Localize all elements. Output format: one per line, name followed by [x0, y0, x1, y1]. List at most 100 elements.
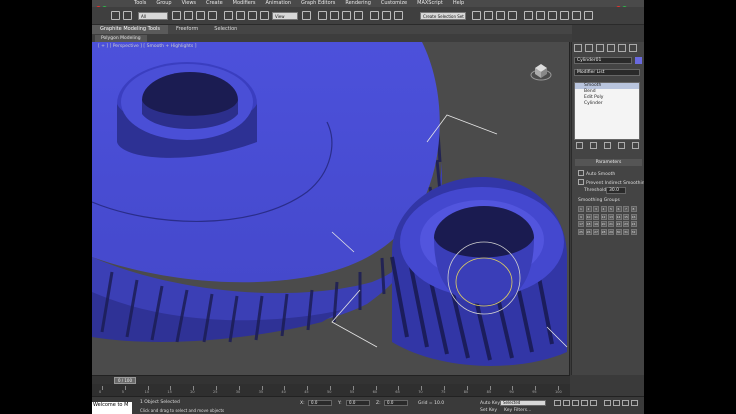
- show-end-result-icon[interactable]: [590, 142, 597, 149]
- menu-modifiers[interactable]: Modifiers: [233, 0, 256, 7]
- selected-dropdown[interactable]: Selected: [500, 400, 546, 406]
- angle-snap-icon[interactable]: [330, 11, 339, 20]
- smoothing-group-button[interactable]: 8: [630, 206, 637, 212]
- pan-icon[interactable]: [613, 400, 620, 406]
- redo-icon[interactable]: [123, 11, 132, 20]
- curve-editor-icon[interactable]: [496, 11, 505, 20]
- orbit-icon[interactable]: [622, 400, 629, 406]
- smoothing-group-button[interactable]: 14: [615, 213, 622, 220]
- smoothing-group-button[interactable]: 17: [578, 221, 584, 227]
- smoothing-group-button[interactable]: 27: [593, 228, 599, 235]
- edit-named-selection-icon[interactable]: [370, 11, 379, 20]
- smoothing-group-button[interactable]: 18: [585, 221, 592, 227]
- play-icon[interactable]: [572, 400, 579, 406]
- smoothing-group-button[interactable]: 10: [585, 213, 592, 220]
- object-color-swatch[interactable]: [635, 57, 642, 64]
- prevent-indirect-checkbox[interactable]: Prevent Indirect Smoothing: [578, 179, 644, 187]
- object-name-field[interactable]: Cylinder01: [574, 57, 632, 64]
- utilities-tab-icon[interactable]: [629, 44, 637, 52]
- tab-selection[interactable]: Selection: [206, 25, 245, 34]
- maxscript-listener[interactable]: Welcome to M: [92, 402, 132, 414]
- menu-animation[interactable]: Animation: [266, 0, 292, 7]
- smoothing-group-button[interactable]: 3: [593, 206, 599, 212]
- create-tab-icon[interactable]: [574, 44, 582, 52]
- tab-graphite-modeling-tools[interactable]: Graphite Modeling Tools: [92, 25, 169, 34]
- y-coordinate-field[interactable]: 0.0: [346, 400, 370, 406]
- configure-sets-icon[interactable]: [632, 142, 639, 149]
- render-iterative-icon[interactable]: [572, 11, 581, 20]
- polygon-modeling-button[interactable]: Polygon Modeling: [95, 34, 147, 42]
- pin-stack-icon[interactable]: [576, 142, 583, 149]
- select-by-name-icon[interactable]: [184, 11, 193, 20]
- select-scale-icon[interactable]: [248, 11, 257, 20]
- threshold-spinner[interactable]: 30.0: [606, 187, 626, 194]
- spinner-snap-icon[interactable]: [354, 11, 363, 20]
- maximize-viewport-icon[interactable]: [631, 400, 638, 406]
- menu-maxscript[interactable]: MAXScript: [417, 0, 443, 7]
- select-object-icon[interactable]: [172, 11, 181, 20]
- perspective-viewport[interactable]: [ + ] [ Perspective ] [ Smooth + Highlig…: [92, 42, 570, 375]
- smoothing-group-button[interactable]: 23: [623, 221, 629, 227]
- motion-tab-icon[interactable]: [607, 44, 615, 52]
- menu-tools[interactable]: Tools: [134, 0, 146, 7]
- stack-item-cylinder[interactable]: Cylinder: [575, 101, 639, 107]
- smoothing-group-button[interactable]: 20: [600, 221, 607, 227]
- smoothing-group-button[interactable]: 1: [578, 206, 584, 212]
- select-rotate-icon[interactable]: [236, 11, 245, 20]
- menu-graph-editors[interactable]: Graph Editors: [301, 0, 335, 7]
- go-to-start-icon[interactable]: [554, 400, 561, 406]
- material-editor-icon[interactable]: [524, 11, 533, 20]
- layer-manager-icon[interactable]: [472, 11, 481, 20]
- tab-freeform[interactable]: Freeform: [168, 25, 206, 34]
- align-icon[interactable]: [394, 11, 403, 20]
- x-coordinate-field[interactable]: 0.0: [308, 400, 332, 406]
- rendered-frame-icon[interactable]: [548, 11, 557, 20]
- parameters-rollout[interactable]: Parameters: [575, 159, 642, 166]
- smoothing-group-button[interactable]: 30: [615, 228, 622, 235]
- zoom-icon[interactable]: [604, 400, 611, 406]
- smoothing-group-button[interactable]: 32: [630, 228, 637, 235]
- smoothing-group-button[interactable]: 24: [630, 221, 637, 227]
- next-frame-icon[interactable]: [581, 400, 588, 406]
- auto-smooth-checkbox[interactable]: Auto Smooth: [578, 170, 615, 178]
- smoothing-group-button[interactable]: 12: [600, 213, 607, 220]
- smoothing-group-button[interactable]: 31: [623, 228, 629, 235]
- viewport-label[interactable]: [ + ] [ Perspective ] [ Smooth + Highlig…: [98, 44, 196, 49]
- menu-group[interactable]: Group: [156, 0, 171, 7]
- smoothing-group-button[interactable]: 21: [608, 221, 614, 227]
- modify-tab-icon[interactable]: [585, 44, 593, 52]
- smoothing-group-button[interactable]: 11: [593, 213, 599, 220]
- modifier-stack[interactable]: Smooth Bend Edit Poly Cylinder: [574, 82, 640, 140]
- snaps-toggle-icon[interactable]: [318, 11, 327, 20]
- selection-filter-dropdown[interactable]: All: [138, 12, 168, 20]
- previous-frame-icon[interactable]: [563, 400, 570, 406]
- menu-help[interactable]: Help: [453, 0, 464, 7]
- smoothing-group-button[interactable]: 7: [623, 206, 629, 212]
- smoothing-group-button[interactable]: 22: [615, 221, 622, 227]
- smoothing-group-button[interactable]: 16: [630, 213, 637, 220]
- select-move-icon[interactable]: [224, 11, 233, 20]
- go-to-end-icon[interactable]: [590, 400, 597, 406]
- hierarchy-tab-icon[interactable]: [596, 44, 604, 52]
- pivot-center-icon[interactable]: [302, 11, 311, 20]
- make-unique-icon[interactable]: [604, 142, 611, 149]
- smoothing-group-button[interactable]: 19: [593, 221, 599, 227]
- smoothing-group-button[interactable]: 2: [585, 206, 592, 212]
- named-selection-dropdown[interactable]: Create Selection Set: [420, 12, 466, 20]
- smoothing-group-button[interactable]: 6: [615, 206, 622, 212]
- select-manipulate-icon[interactable]: [260, 11, 269, 20]
- smoothing-group-button[interactable]: 4: [600, 206, 607, 212]
- time-slider-knob[interactable]: 0 / 100: [114, 377, 136, 384]
- window-crossing-icon[interactable]: [208, 11, 217, 20]
- key-filters-button[interactable]: Key Filters...: [504, 408, 531, 413]
- render-active-icon[interactable]: [584, 11, 593, 20]
- menu-rendering[interactable]: Rendering: [345, 0, 371, 7]
- viewcube-icon[interactable]: [530, 60, 552, 82]
- smoothing-group-button[interactable]: 29: [608, 228, 614, 235]
- smoothing-group-button[interactable]: 15: [623, 213, 629, 220]
- track-bar[interactable]: 0 5 10 15 20 25 30 35 40 45 50 55 60 65 70 75 80 85 90 95 10…: [92, 384, 570, 396]
- undo-icon[interactable]: [111, 11, 120, 20]
- display-tab-icon[interactable]: [618, 44, 626, 52]
- smoothing-group-button[interactable]: 28: [600, 228, 607, 235]
- auto-key-button[interactable]: Auto Key: [480, 401, 500, 406]
